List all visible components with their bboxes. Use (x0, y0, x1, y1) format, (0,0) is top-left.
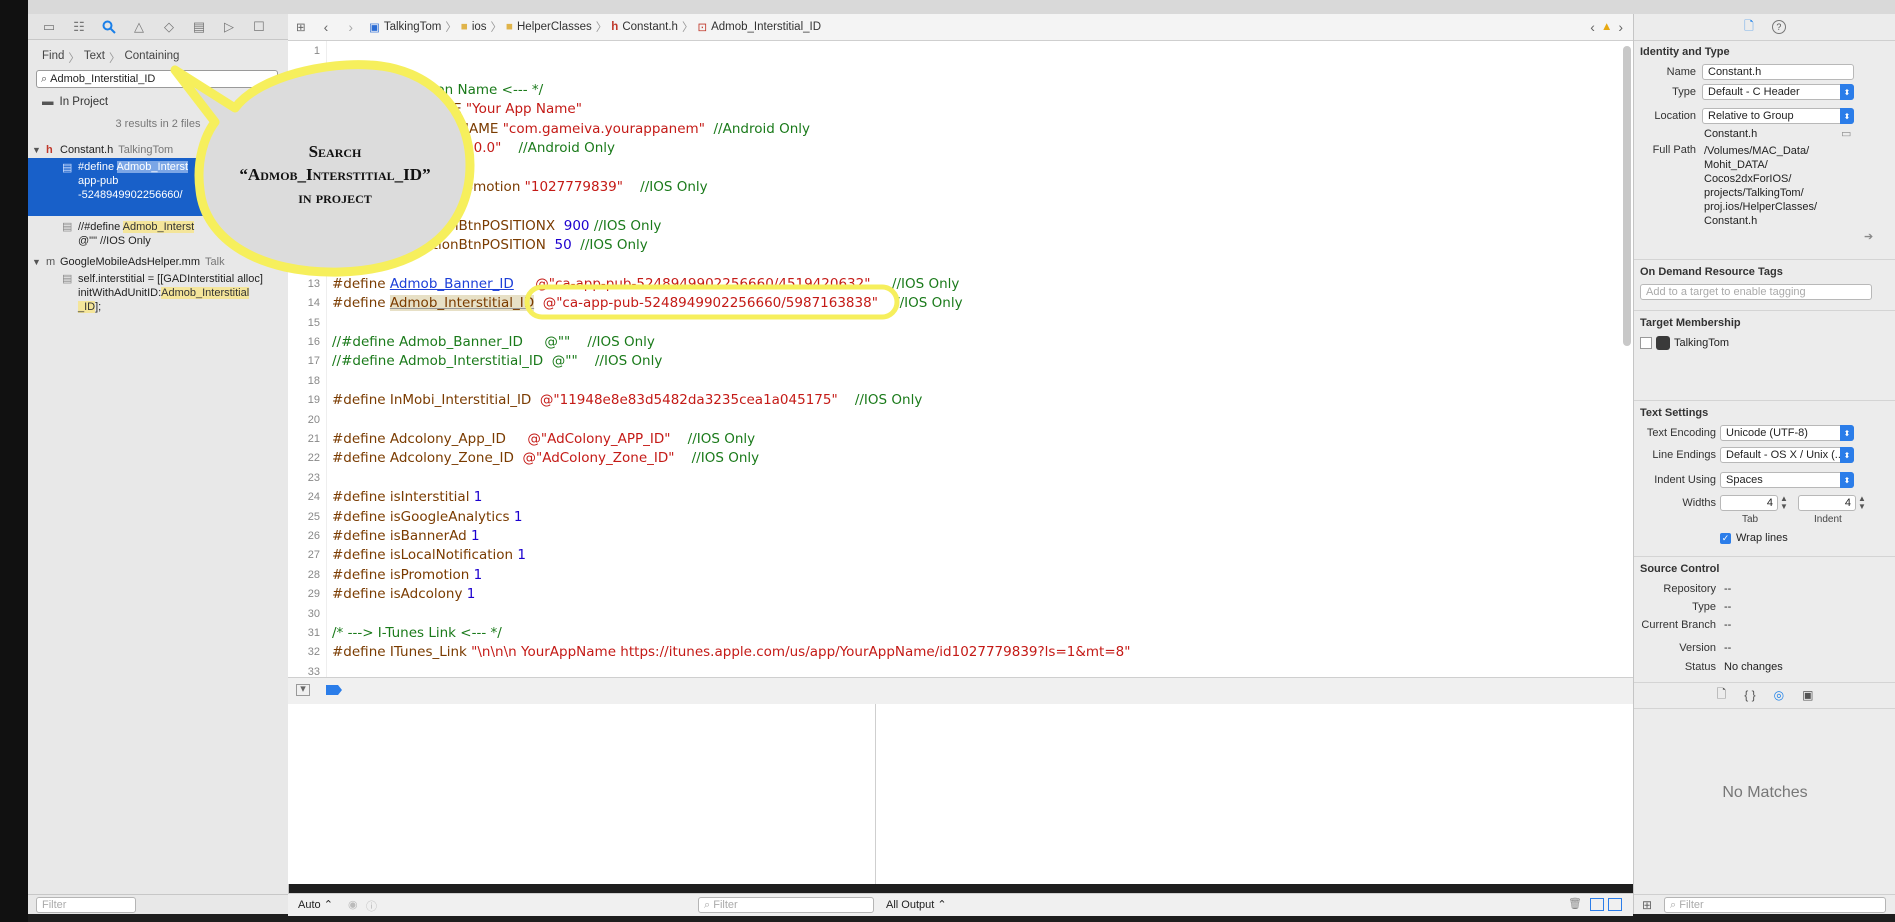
callout-line: in project (298, 188, 372, 207)
callout-line: “Admob_Interstitial_ID” (239, 165, 431, 184)
callout-line: Search (308, 142, 362, 161)
callout-text: Search “Admob_Interstitial_ID” in projec… (205, 140, 465, 209)
highlight-ring (524, 284, 900, 320)
annotation-overlay (170, 60, 900, 320)
